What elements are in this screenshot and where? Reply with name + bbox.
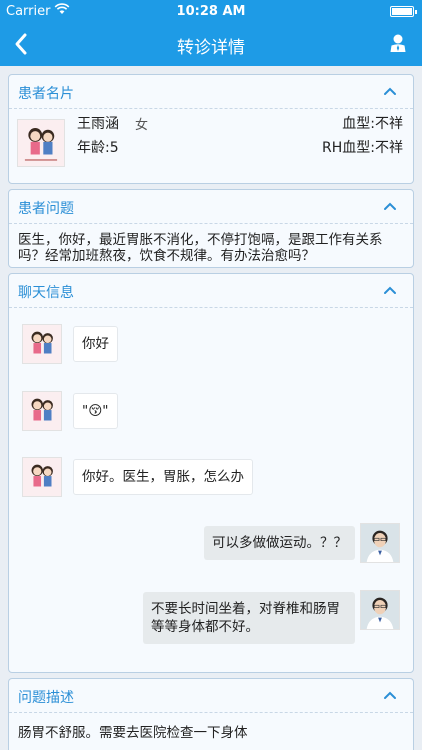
chevron-up-icon[interactable] bbox=[383, 285, 397, 295]
patient-avatar bbox=[17, 119, 65, 167]
patient-card-title: 患者名片 bbox=[18, 86, 74, 102]
doctor-avatar bbox=[360, 590, 400, 630]
user-profile-button[interactable] bbox=[388, 33, 408, 53]
patient-blood-type: 血型:不祥 bbox=[342, 116, 403, 132]
patient-avatar bbox=[22, 457, 62, 497]
question-card-title: 患者问题 bbox=[18, 201, 74, 217]
patient-rh-type: RH血型:不祥 bbox=[322, 140, 403, 156]
chat-message: 不要长时间坐着，对脊椎和肠胃等等身体都不好。 bbox=[143, 592, 355, 644]
page-title: 转诊详情 bbox=[177, 38, 245, 58]
chevron-up-icon[interactable] bbox=[383, 86, 397, 96]
battery-icon bbox=[390, 6, 417, 17]
patient-name: 王雨涵 bbox=[77, 116, 119, 132]
question-card-header[interactable]: 患者问题 bbox=[9, 190, 413, 224]
chevron-up-icon[interactable] bbox=[383, 690, 397, 700]
patient-gender: 女 bbox=[135, 118, 149, 133]
patient-avatar bbox=[22, 391, 62, 431]
patient-avatar bbox=[22, 324, 62, 364]
question-text: 医生，你好，最近胃胀不消化，不停打饱嗝，是跟工作有关系吗？经常加班熬夜，饮食不规… bbox=[18, 232, 383, 264]
chat-message: "😚" bbox=[73, 393, 118, 429]
doctor-avatar bbox=[360, 523, 400, 563]
clock: 10:28 AM bbox=[176, 4, 246, 19]
question-card: 患者问题 医生，你好，最近胃胀不消化，不停打饱嗝，是跟工作有关系吗？经常加班熬夜… bbox=[8, 189, 414, 268]
navigation-bar: 转诊详情 bbox=[0, 22, 422, 66]
chat-message: 可以多做做运动。？？ bbox=[204, 526, 355, 560]
user-icon bbox=[390, 34, 406, 52]
chat-message: 你好。医生，胃胀，怎么办 bbox=[73, 459, 253, 495]
chat-card-title: 聊天信息 bbox=[18, 285, 74, 301]
chat-card: 聊天信息 你好 "😚" 你好。医生，胃胀，怎么办 可以多做做运动。？？ 不要长时… bbox=[8, 273, 414, 673]
patient-card: 患者名片 王雨涵 女 年龄:5 血型:不祥 RH血型:不祥 bbox=[8, 74, 414, 184]
status-bar: Carrier 10:28 AM bbox=[0, 0, 422, 22]
description-text: 肠胃不舒服。需要去医院检查一下身体 bbox=[18, 725, 248, 741]
chevron-up-icon[interactable] bbox=[383, 201, 397, 211]
patient-card-header[interactable]: 患者名片 bbox=[9, 75, 413, 109]
description-card: 问题描述 肠胃不舒服。需要去医院检查一下身体 bbox=[8, 678, 414, 750]
chat-card-header[interactable]: 聊天信息 bbox=[9, 274, 413, 308]
description-card-header[interactable]: 问题描述 bbox=[9, 679, 413, 713]
chat-message: 你好 bbox=[73, 326, 118, 362]
patient-age: 年龄:5 bbox=[77, 140, 119, 156]
description-card-title: 问题描述 bbox=[18, 690, 74, 706]
